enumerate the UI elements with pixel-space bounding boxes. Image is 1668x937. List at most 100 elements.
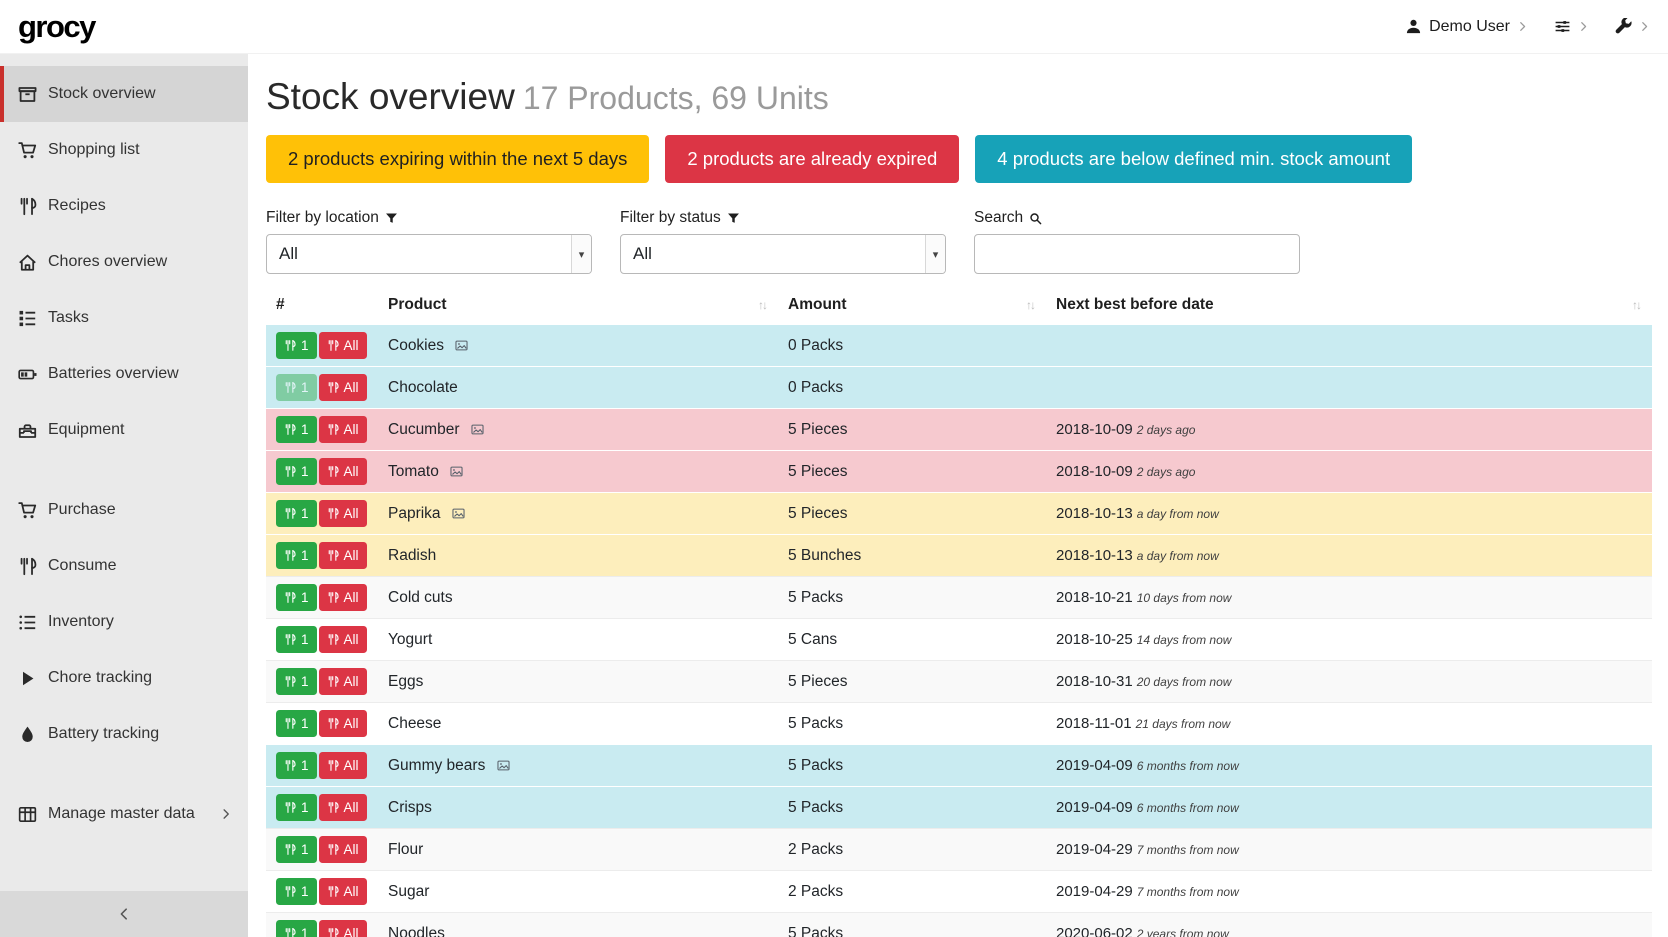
product-cell: Paprika	[378, 493, 778, 535]
stock-alert-button[interactable]: 4 products are below defined min. stock …	[975, 135, 1412, 183]
consume-all-button[interactable]: All	[319, 836, 367, 863]
consume-one-button[interactable]: 1	[276, 374, 317, 401]
filter-funnel-icon	[727, 212, 740, 225]
sidebar-item[interactable]: Battery tracking	[0, 706, 248, 762]
stock-alert-button[interactable]: 2 products are already expired	[665, 135, 959, 183]
sidebar-item-icon	[18, 253, 37, 272]
table-row: 1 All Noodles 5 Packs 2020-06-022 years …	[266, 913, 1652, 937]
consume-all-button[interactable]: All	[319, 752, 367, 779]
table-row: 1 All Yogurt 5 Cans 2018-10-2514 days fr…	[266, 619, 1652, 661]
consume-one-button[interactable]: 1	[276, 668, 317, 695]
consume-one-button[interactable]: 1	[276, 710, 317, 737]
consume-all-button[interactable]: All	[319, 458, 367, 485]
consume-all-button[interactable]: All	[319, 374, 367, 401]
best-before-date: 2018-11-01	[1056, 715, 1132, 732]
sidebar-item-label: Tasks	[48, 309, 89, 327]
consume-one-button[interactable]: 1	[276, 416, 317, 443]
best-before-date-cell: 2018-10-3120 days from now	[1046, 661, 1652, 703]
chevron-right-icon	[1578, 21, 1589, 32]
sidebar-item[interactable]: Tasks	[0, 290, 248, 346]
sidebar-item[interactable]: Stock overview	[0, 66, 248, 122]
product-image-icon[interactable]	[451, 507, 466, 520]
product-cell: Gummy bears	[378, 745, 778, 787]
product-image-icon[interactable]	[454, 339, 469, 352]
column-header-product[interactable]: Product↑↓	[378, 290, 778, 325]
sidebar-item[interactable]: Purchase	[0, 482, 248, 538]
consume-one-button[interactable]: 1	[276, 836, 317, 863]
product-image-icon[interactable]	[496, 759, 511, 772]
consume-all-button[interactable]: All	[319, 668, 367, 695]
sort-icon[interactable]: ↑↓	[1632, 298, 1642, 312]
user-menu[interactable]: Demo User	[1405, 18, 1528, 36]
column-header-best-before-date[interactable]: Next best before date↑↓	[1046, 290, 1652, 325]
sidebar: Stock overview Shopping list Recipes Cho…	[0, 54, 248, 937]
utensils-icon	[284, 549, 296, 562]
sidebar-item-icon	[18, 501, 37, 520]
timeago-text: 7 months from now	[1137, 885, 1239, 899]
timeago-text: 6 months from now	[1137, 759, 1239, 773]
consume-one-button[interactable]: 1	[276, 626, 317, 653]
sidebar-item[interactable]: Batteries overview	[0, 346, 248, 402]
search-input[interactable]	[974, 234, 1300, 274]
row-actions-cell: 1 All	[266, 703, 378, 745]
stock-table: # Product↑↓ Amount↑↓ Next best before da…	[266, 290, 1652, 937]
consume-one-button[interactable]: 1	[276, 920, 317, 937]
product-image-icon[interactable]	[470, 423, 485, 436]
consume-one-button[interactable]: 1	[276, 584, 317, 611]
best-before-date-cell: 2018-10-092 days ago	[1046, 451, 1652, 493]
timeago-text: 21 days from now	[1136, 717, 1231, 731]
sidebar-item[interactable]: Chore tracking	[0, 650, 248, 706]
consume-all-button[interactable]: All	[319, 920, 367, 937]
location-filter-label: Filter by location	[266, 209, 592, 227]
consume-one-button[interactable]: 1	[276, 458, 317, 485]
consume-all-button[interactable]: All	[319, 710, 367, 737]
sort-icon[interactable]: ↑↓	[758, 298, 768, 312]
sidebar-item[interactable]: Recipes	[0, 178, 248, 234]
chevron-left-icon	[117, 907, 131, 921]
stock-alert-button[interactable]: 2 products expiring within the next 5 da…	[266, 135, 649, 183]
consume-all-button[interactable]: All	[319, 794, 367, 821]
consume-one-button[interactable]: 1	[276, 542, 317, 569]
best-before-date: 2019-04-09	[1056, 799, 1133, 816]
consume-all-button[interactable]: All	[319, 500, 367, 527]
sidebar-item[interactable]: Equipment	[0, 402, 248, 458]
product-image-icon[interactable]	[449, 465, 464, 478]
consume-one-button[interactable]: 1	[276, 878, 317, 905]
settings-menu[interactable]	[1554, 18, 1589, 35]
best-before-date-cell: 2019-04-297 months from now	[1046, 871, 1652, 913]
consume-one-button[interactable]: 1	[276, 752, 317, 779]
row-actions-cell: 1 All	[266, 661, 378, 703]
consume-one-button[interactable]: 1	[276, 794, 317, 821]
location-filter-select[interactable]: All ▾	[266, 234, 592, 274]
sidebar-item[interactable]: Chores overview	[0, 234, 248, 290]
utensils-icon	[327, 843, 339, 856]
consume-all-button[interactable]: All	[319, 626, 367, 653]
consume-all-button[interactable]: All	[319, 416, 367, 443]
admin-tools-menu[interactable]	[1615, 18, 1650, 35]
chevron-right-icon	[220, 808, 232, 820]
consume-one-button[interactable]: 1	[276, 332, 317, 359]
timeago-text: 10 days from now	[1137, 591, 1232, 605]
utensils-icon	[284, 633, 296, 646]
utensils-icon	[327, 927, 339, 937]
sidebar-collapse-button[interactable]	[0, 891, 248, 937]
select-arrow-icon: ▾	[925, 235, 945, 273]
sidebar-item[interactable]: Shopping list	[0, 122, 248, 178]
sidebar-item[interactable]: Manage master data	[0, 786, 248, 842]
consume-all-button[interactable]: All	[319, 542, 367, 569]
page-subtitle: 17 Products, 69 Units	[523, 80, 829, 116]
product-name: Cold cuts	[388, 589, 453, 606]
column-header-amount[interactable]: Amount↑↓	[778, 290, 1046, 325]
filter-bar: Filter by location All ▾ Filter by statu…	[266, 209, 1652, 274]
consume-all-button[interactable]: All	[319, 584, 367, 611]
status-filter-select[interactable]: All ▾	[620, 234, 946, 274]
consume-one-button[interactable]: 1	[276, 500, 317, 527]
app-logo[interactable]: grocy	[18, 9, 95, 45]
utensils-icon	[327, 339, 339, 352]
best-before-date: 2018-10-21	[1056, 589, 1133, 606]
sidebar-item[interactable]: Inventory	[0, 594, 248, 650]
sort-icon[interactable]: ↑↓	[1026, 298, 1036, 312]
sidebar-item[interactable]: Consume	[0, 538, 248, 594]
consume-all-button[interactable]: All	[319, 878, 367, 905]
consume-all-button[interactable]: All	[319, 332, 367, 359]
